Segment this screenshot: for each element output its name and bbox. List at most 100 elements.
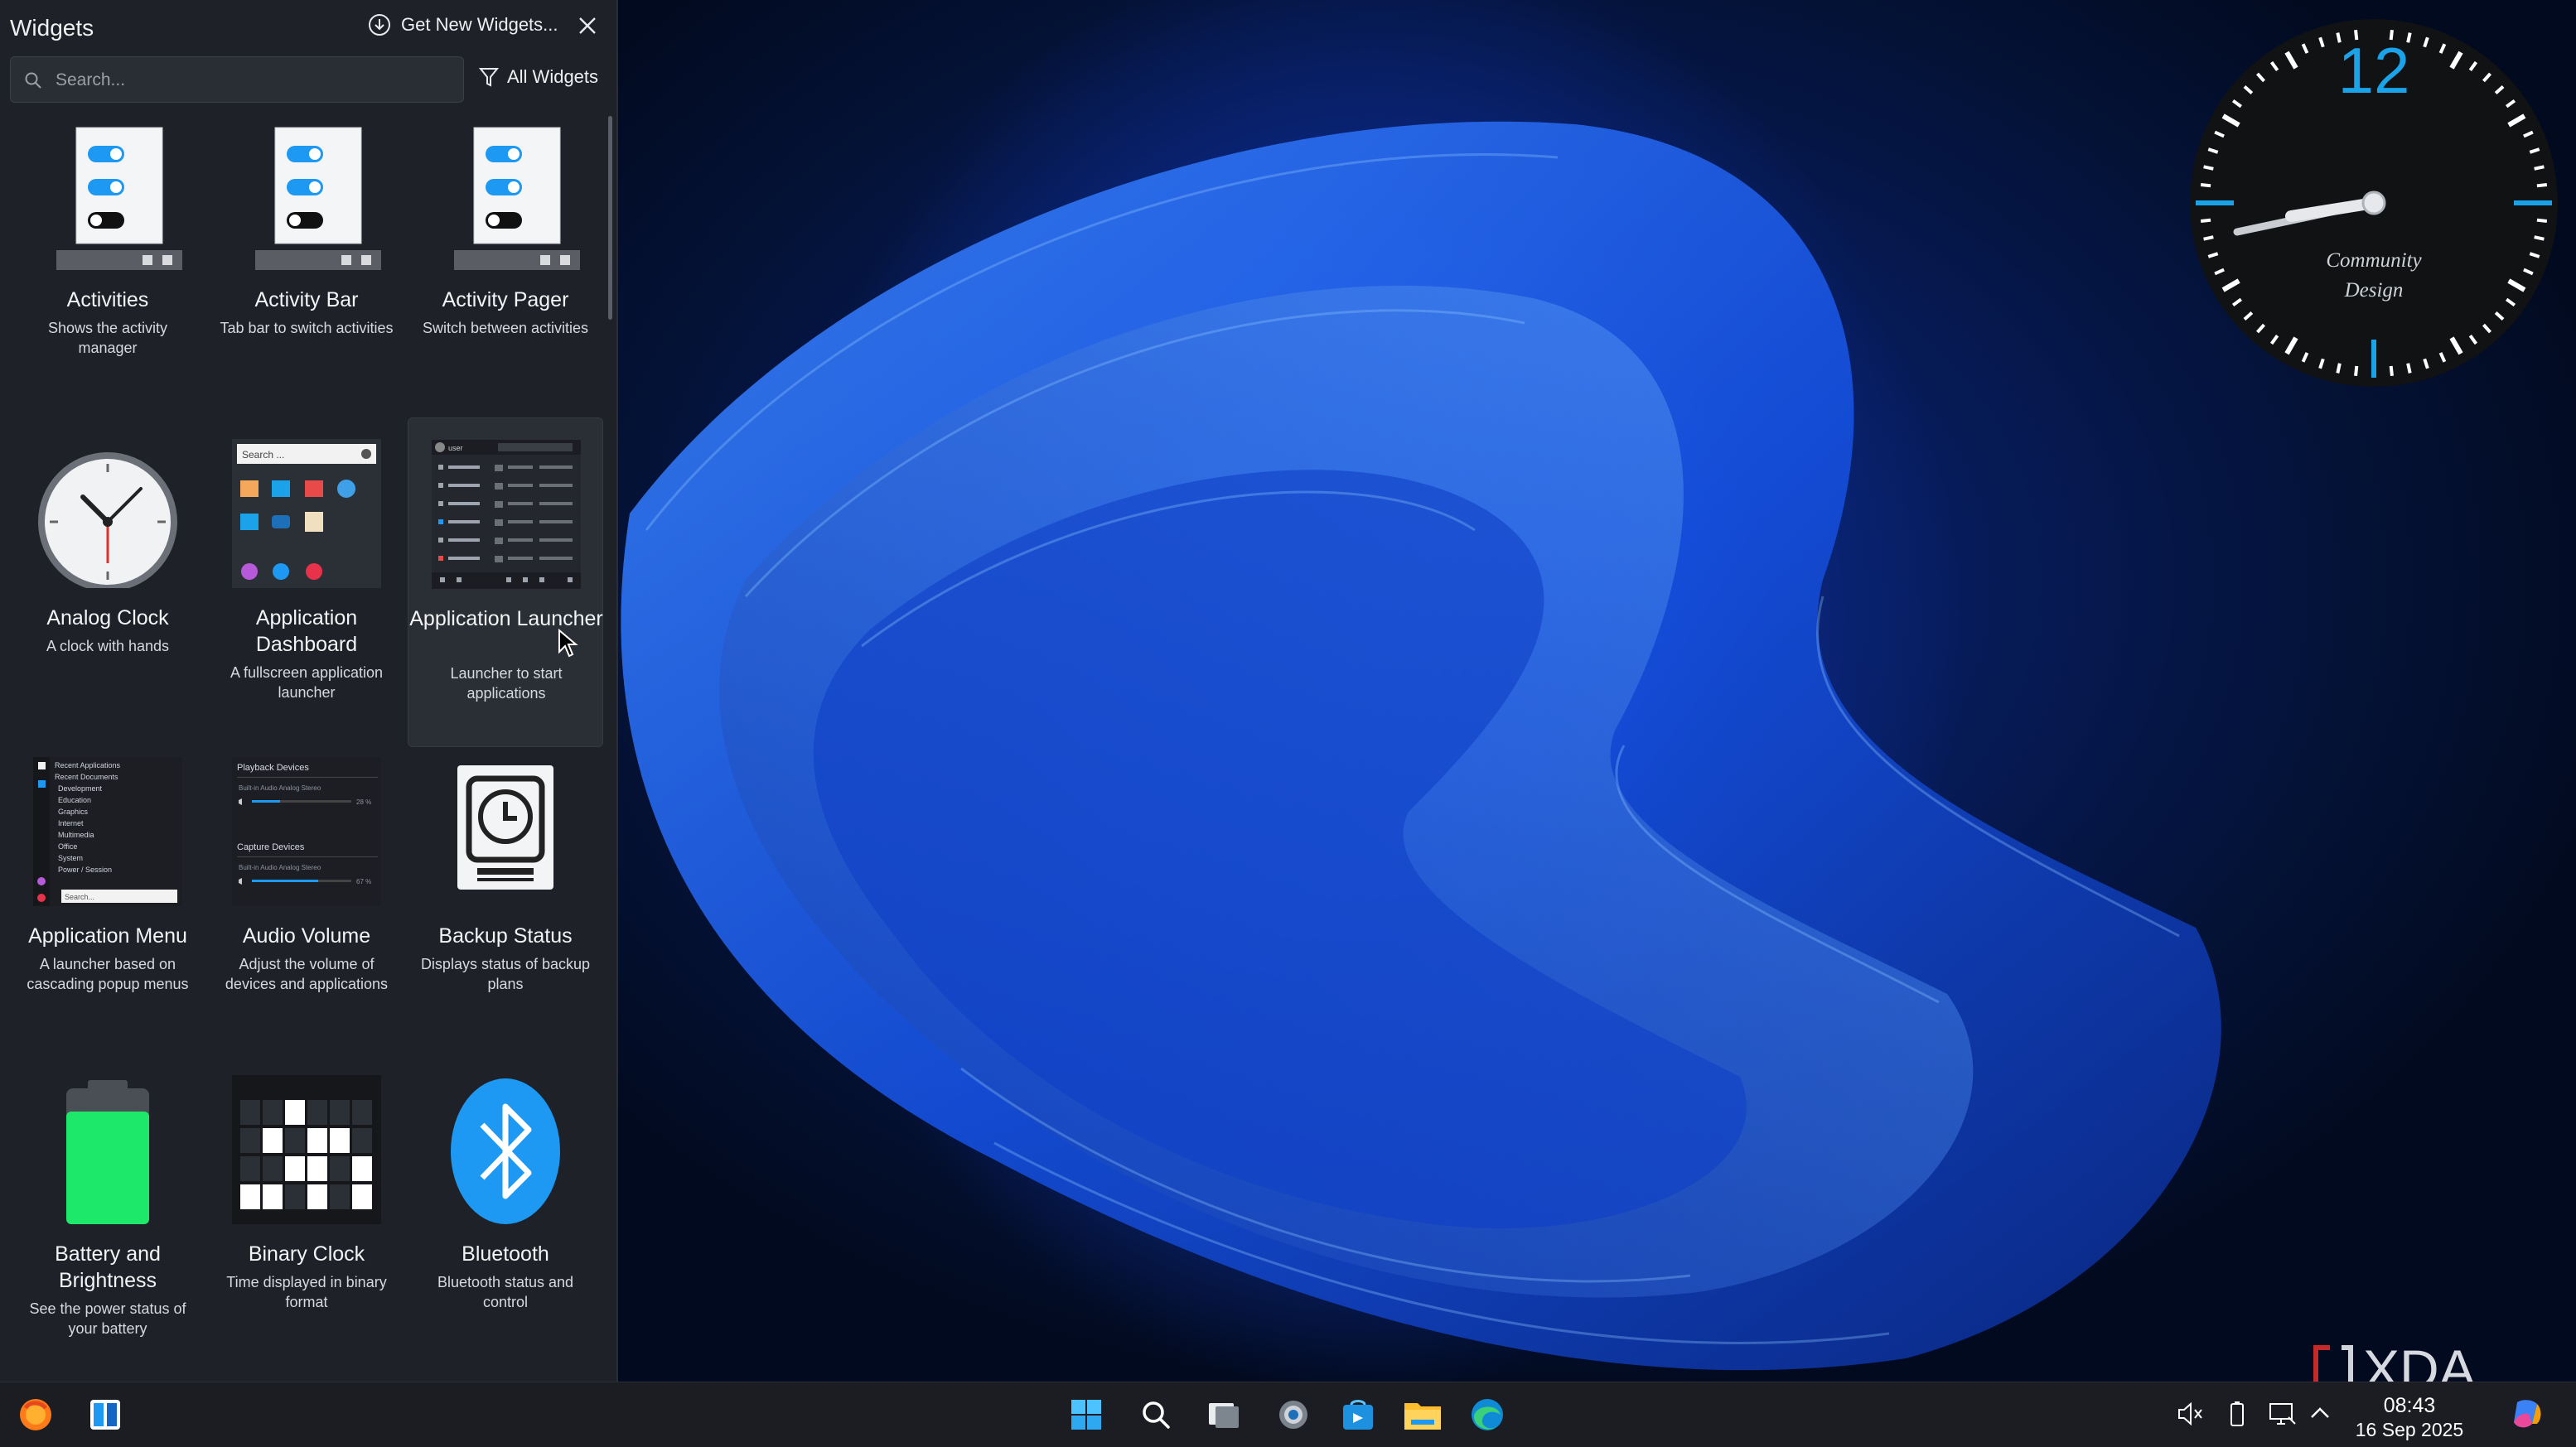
clock-nine-marker xyxy=(2196,200,2234,205)
desktop-analog-clock-widget[interactable]: 12 Community Design xyxy=(2187,17,2560,389)
store-icon[interactable] xyxy=(1337,1394,1379,1435)
binary-cell xyxy=(330,1156,350,1181)
menu-item-text: Recent Applications xyxy=(55,761,121,769)
widget-description: Time displayed in binary format xyxy=(226,1274,387,1310)
widget-tile-activity-pager[interactable]: Activity Pager Switch between activities xyxy=(408,114,603,429)
chevron-up-icon[interactable] xyxy=(2305,1399,2335,1429)
application-launcher-icon: user xyxy=(432,440,581,589)
edge-icon[interactable] xyxy=(1467,1394,1508,1435)
dashboard-search-text: Search ... xyxy=(242,449,284,461)
binary-cell xyxy=(240,1184,260,1209)
backup-status-icon xyxy=(457,765,553,890)
binary-cell xyxy=(263,1128,283,1153)
binary-cell xyxy=(263,1156,283,1181)
binary-cell xyxy=(263,1184,283,1209)
binary-cell xyxy=(307,1100,327,1125)
binary-cell xyxy=(352,1156,372,1181)
clock-tick xyxy=(2536,183,2548,188)
clock-tick xyxy=(2389,365,2394,377)
audio-device-2-text: Built-in Audio Analog Stereo xyxy=(239,864,321,871)
widget-tile-activities[interactable]: Activities Shows the activity manager xyxy=(10,114,205,429)
panel-scrollbar[interactable] xyxy=(608,116,612,320)
widget-tile-backup-status[interactable]: Backup Status Displays status of backup … xyxy=(408,750,603,1065)
activities-icon xyxy=(56,127,182,270)
widget-description: Adjust the volume of devices and applica… xyxy=(225,956,389,992)
widgets-panel: Widgets Get New Widgets... All Widgets xyxy=(0,0,618,1382)
bluetooth-icon xyxy=(451,1078,560,1224)
application-dashboard-icon: Search ... xyxy=(232,439,381,588)
panel-title: Widgets xyxy=(10,15,94,41)
widget-name: Audio Volume xyxy=(242,924,371,948)
widget-tile-audio-volume[interactable]: Playback Devices Built-in Audio Analog S… xyxy=(209,750,404,1065)
binary-cell xyxy=(307,1184,327,1209)
widget-tile-binary-clock[interactable]: Binary Clock Time displayed in binary fo… xyxy=(209,1068,404,1383)
widget-tile-application-launcher[interactable]: user Application Launcher Launcher to st… xyxy=(408,417,603,747)
widget-description: See the power status of your battery xyxy=(29,1300,186,1337)
menu-item-text: Education xyxy=(58,796,91,804)
widget-name: Analog Clock xyxy=(46,606,169,629)
clock-twelve-numeral: 12 xyxy=(2338,34,2410,107)
search-input[interactable] xyxy=(54,65,455,95)
widget-description: A launcher based on cascading popup menu… xyxy=(27,956,189,992)
all-widgets-label: All Widgets xyxy=(507,66,599,87)
clock-date[interactable]: 16 Sep 2025 xyxy=(2345,1419,2474,1441)
search-field[interactable] xyxy=(10,56,464,103)
mouse-cursor-icon xyxy=(558,629,578,658)
get-new-widgets-button[interactable]: Get New Widgets... xyxy=(368,13,558,36)
file-explorer-icon[interactable] xyxy=(1402,1394,1443,1435)
widget-tile-bluetooth[interactable]: Bluetooth Bluetooth status and control xyxy=(408,1068,603,1383)
start-icon[interactable] xyxy=(1066,1394,1107,1435)
binary-cell xyxy=(285,1128,305,1153)
search-icon xyxy=(25,72,41,89)
widget-name: Activities xyxy=(66,288,149,311)
launcher-user-text: user xyxy=(448,444,463,452)
binary-cell xyxy=(307,1128,327,1153)
taskbar: 08:43 16 Sep 2025 xyxy=(0,1382,2576,1447)
search-icon[interactable] xyxy=(1135,1394,1177,1435)
firefox-icon[interactable] xyxy=(15,1394,56,1435)
binary-cell xyxy=(285,1156,305,1181)
network-icon[interactable] xyxy=(2267,1399,2297,1429)
binary-cell xyxy=(240,1128,260,1153)
mute-icon[interactable] xyxy=(2176,1399,2206,1429)
widget-tile-analog-clock[interactable]: Analog Clock A clock with hands xyxy=(10,432,205,747)
playback-devices-text: Playback Devices xyxy=(237,763,309,773)
binary-cell xyxy=(285,1184,305,1209)
copilot-icon[interactable] xyxy=(2509,1396,2545,1432)
widget-name: Binary Clock xyxy=(248,1242,365,1266)
get-new-widgets-label: Get New Widgets... xyxy=(401,14,558,35)
binary-cell xyxy=(240,1100,260,1125)
all-widgets-filter-button[interactable]: All Widgets xyxy=(479,66,598,88)
widget-tile-application-dashboard[interactable]: Search ... Application Dashboard A fulls… xyxy=(209,432,404,747)
widget-name: Activity Pager xyxy=(442,288,569,311)
analog-clock-icon xyxy=(38,452,177,588)
audio-pct-1-text: 28 % xyxy=(356,798,371,806)
widget-tile-application-menu[interactable]: Recent Applications Recent Documents Devel… xyxy=(10,750,205,1065)
battery-icon[interactable] xyxy=(2222,1399,2252,1429)
widget-tile-battery-and-brightness[interactable]: Battery and Brightness See the power sta… xyxy=(10,1068,205,1383)
audio-volume-icon: Playback Devices Built-in Audio Analog S… xyxy=(232,757,381,906)
task-view-icon[interactable] xyxy=(1203,1394,1245,1435)
widget-name: Bluetooth xyxy=(462,1242,549,1266)
widget-tile-activity-bar[interactable]: Activity Bar Tab bar to switch activitie… xyxy=(209,114,404,429)
filter-icon xyxy=(479,68,499,87)
widget-description: Switch between activities xyxy=(422,320,589,336)
menu-item-text: Multimedia xyxy=(58,831,94,839)
clock-time[interactable]: 08:43 xyxy=(2351,1394,2467,1418)
widget-description: Launcher to start applications xyxy=(450,665,563,702)
menu-search-text: Search... xyxy=(65,893,94,901)
widgets-icon[interactable] xyxy=(85,1394,126,1435)
menu-item-text: Office xyxy=(58,842,77,851)
widget-name: Battery and Brightness xyxy=(55,1242,161,1292)
clock-tick xyxy=(2534,235,2545,241)
menu-item-text: Internet xyxy=(58,819,84,827)
capture-devices-text: Capture Devices xyxy=(237,842,305,852)
clock-tick xyxy=(2203,165,2214,171)
menu-item-text: Recent Documents xyxy=(55,773,118,781)
close-icon[interactable] xyxy=(575,13,600,38)
settings-icon[interactable] xyxy=(1273,1394,1314,1435)
widget-description: Displays status of backup plans xyxy=(420,956,591,992)
menu-item-text: Graphics xyxy=(58,808,89,816)
binary-cell xyxy=(240,1156,260,1181)
widget-description: A fullscreen application launcher xyxy=(230,664,384,701)
